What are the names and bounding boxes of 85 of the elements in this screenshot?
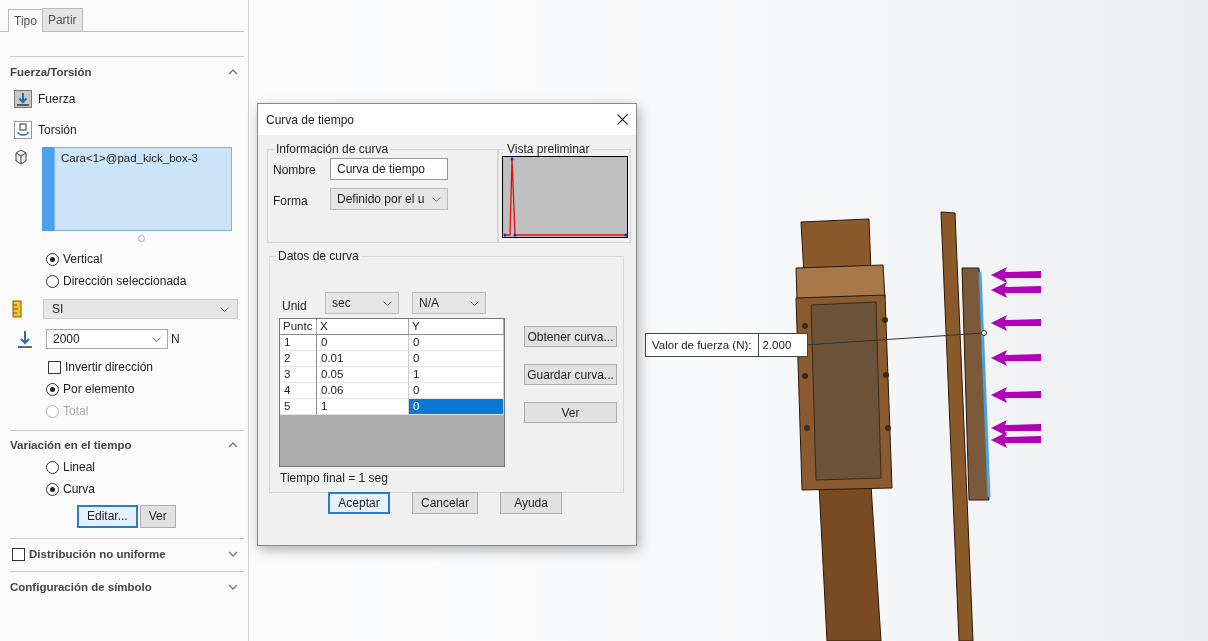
radio-option[interactable]: Por elemento bbox=[46, 378, 135, 400]
unit-dropdown[interactable]: N/A bbox=[412, 292, 486, 314]
footer-text: Tiempo final = 1 seg bbox=[280, 471, 388, 485]
table-cell[interactable]: 1 bbox=[280, 335, 317, 351]
force-arrow bbox=[991, 432, 1041, 448]
chevron-down-icon bbox=[220, 306, 229, 312]
group-label: Vista preliminar bbox=[505, 142, 592, 156]
dialog-button[interactable]: Ver bbox=[524, 402, 617, 423]
radio-button[interactable] bbox=[46, 482, 59, 496]
dialog-button[interactable]: Aceptar bbox=[328, 492, 390, 514]
chevron-down-icon bbox=[470, 300, 479, 306]
table-cell[interactable]: 4 bbox=[280, 383, 317, 399]
column-header: Y bbox=[409, 319, 504, 335]
unit-dropdown[interactable]: SI bbox=[43, 299, 238, 319]
force-arrow bbox=[991, 387, 1041, 403]
table-cell[interactable]: 0.01 bbox=[317, 351, 409, 367]
force-input[interactable]: 2000 bbox=[46, 329, 168, 349]
radio-option[interactable]: Dirección seleccionada bbox=[46, 270, 187, 292]
chevron-down-icon bbox=[152, 336, 161, 342]
force-arrow bbox=[991, 350, 1041, 366]
table-cell[interactable]: 0 bbox=[409, 399, 504, 415]
chevron-down-icon bbox=[432, 196, 441, 202]
chevron-down-icon bbox=[383, 300, 392, 306]
mode-button[interactable]: Torsión bbox=[0, 114, 248, 145]
checkbox[interactable]: Invertir dirección bbox=[48, 356, 154, 378]
dialog-button[interactable]: Guardar curva... bbox=[524, 364, 617, 385]
radio-button[interactable] bbox=[46, 382, 59, 396]
column-header: Puntc bbox=[280, 319, 317, 335]
close-icon[interactable] bbox=[617, 114, 628, 125]
force-arrow bbox=[991, 315, 1041, 331]
tab[interactable]: Tipo bbox=[8, 9, 43, 32]
radio-button[interactable] bbox=[46, 460, 59, 474]
unit-dropdown[interactable]: sec bbox=[325, 292, 399, 314]
column-header: X bbox=[317, 319, 409, 335]
dialog-title: Curva de tiempo bbox=[266, 112, 355, 127]
table-cell[interactable]: 0.05 bbox=[317, 367, 409, 383]
table-cell[interactable]: 1 bbox=[317, 399, 409, 415]
panel-button[interactable]: Ver bbox=[139, 504, 176, 528]
cube-icon bbox=[14, 149, 28, 165]
table-cell[interactable]: 0.06 bbox=[317, 383, 409, 399]
rotation-icon bbox=[14, 120, 32, 139]
arrow-down-icon bbox=[17, 330, 33, 348]
section-title: Configuración de símbolo bbox=[10, 581, 152, 593]
panel-button[interactable]: Editar... bbox=[77, 504, 138, 528]
selection-list[interactable]: Cara<1>@pad_kick_box-3 bbox=[54, 147, 232, 231]
group-label: Información de curva bbox=[274, 142, 391, 156]
table-cell[interactable]: 0 bbox=[409, 335, 504, 351]
chevron-down-icon[interactable] bbox=[228, 551, 238, 557]
radio-button[interactable] bbox=[46, 274, 59, 288]
table-cell[interactable]: 5 bbox=[280, 399, 317, 415]
section-title: Variación en el tiempo bbox=[10, 439, 132, 451]
shape-dropdown[interactable]: Definido por el u bbox=[330, 188, 448, 210]
unit-label: N bbox=[171, 332, 180, 346]
table-cell[interactable]: 3 bbox=[280, 367, 317, 383]
chevron-up-icon[interactable] bbox=[228, 442, 238, 448]
arrow-down-icon bbox=[14, 89, 32, 108]
table-cell[interactable]: 0 bbox=[317, 335, 409, 351]
field-label: Nombre bbox=[273, 163, 316, 177]
radio-button[interactable] bbox=[46, 252, 59, 266]
callout-label: Valor de fuerza (N): bbox=[646, 334, 759, 356]
name-input[interactable]: Curva de tiempo bbox=[330, 158, 448, 180]
ruler-icon bbox=[12, 300, 22, 318]
mode-button[interactable]: Fuerza bbox=[0, 83, 248, 114]
dialog-button[interactable]: Cancelar bbox=[412, 492, 479, 514]
table-cell[interactable]: 0 bbox=[409, 351, 504, 367]
section-title: Fuerza/Torsión bbox=[10, 66, 92, 78]
table-cell[interactable]: 2 bbox=[280, 351, 317, 367]
radio-option[interactable]: Lineal bbox=[46, 456, 96, 478]
dialog-button[interactable]: Obtener curva... bbox=[524, 326, 617, 347]
table-cell[interactable]: 1 bbox=[409, 367, 504, 383]
callout-value: 2.000 bbox=[761, 338, 793, 353]
checkbox[interactable]: Distribución no uniforme bbox=[12, 543, 166, 565]
radio-option[interactable]: Curva bbox=[46, 478, 95, 500]
force-arrow bbox=[991, 420, 1041, 436]
force-arrow bbox=[991, 267, 1041, 283]
field-label: Unid bbox=[282, 299, 307, 313]
table-cell[interactable]: 0 bbox=[409, 383, 504, 399]
field-label: Forma bbox=[273, 194, 308, 208]
group-label: Datos de curva bbox=[276, 249, 361, 263]
dialog-button[interactable]: Ayuda bbox=[500, 492, 563, 514]
radio-option[interactable]: Vertical bbox=[46, 248, 103, 270]
force-arrow bbox=[991, 282, 1041, 298]
chevron-up-icon[interactable] bbox=[228, 69, 238, 75]
chevron-down-icon[interactable] bbox=[228, 584, 238, 590]
tab[interactable]: Partir bbox=[41, 8, 83, 31]
